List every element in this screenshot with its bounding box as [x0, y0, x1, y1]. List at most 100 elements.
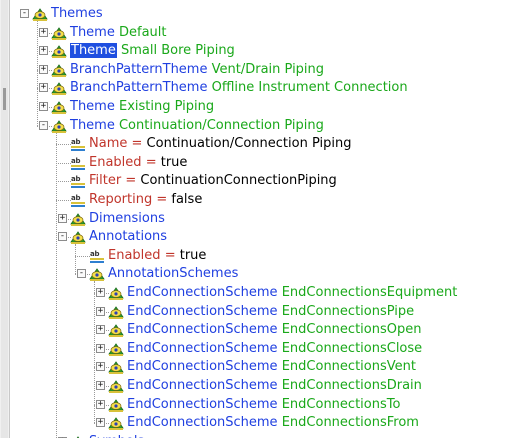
- tree-node[interactable]: + BranchPatternTheme Vent/Drain Piping: [0, 61, 514, 79]
- tree-node[interactable]: + EndConnectionScheme EndConnectionsClose: [0, 340, 514, 358]
- object-node-icon: [51, 118, 67, 134]
- tree-connector: [56, 181, 71, 183]
- svg-text:b: b: [76, 138, 81, 146]
- node-value: Small Bore Piping: [120, 43, 235, 59]
- node-value: Continuation/Connection Piping: [146, 136, 352, 152]
- node-value: true: [179, 247, 207, 263]
- object-node-icon: [108, 378, 124, 394]
- node-key: Symbols: [89, 434, 144, 438]
- node-value: EndConnectionsEquipment: [281, 285, 458, 300]
- expand-icon[interactable]: +: [96, 343, 105, 353]
- expand-icon[interactable]: +: [96, 325, 105, 335]
- tree-node-text: Name = Continuation/Connection Piping: [89, 135, 351, 153]
- node-key: EndConnectionScheme: [127, 285, 278, 300]
- expand-icon[interactable]: +: [39, 102, 48, 111]
- expand-icon[interactable]: +: [39, 83, 48, 93]
- collapse-icon[interactable]: -: [58, 232, 67, 242]
- node-operator: =: [164, 247, 176, 263]
- tree-node[interactable]: + EndConnectionScheme EndConnectionsEquip…: [0, 284, 514, 302]
- tree-node[interactable]: - Themes: [0, 5, 514, 23]
- expand-icon[interactable]: +: [96, 306, 105, 316]
- tree-connector: [75, 255, 90, 257]
- tree-node-text: Enabled = true: [108, 247, 206, 265]
- node-value: Vent/Drain Piping: [211, 61, 325, 77]
- tree-node-text: Symbols: [89, 433, 144, 438]
- tree-node[interactable]: + Theme Existing Piping: [0, 98, 514, 116]
- tree-node[interactable]: + BranchPatternTheme Offline Instrument C…: [0, 79, 514, 97]
- tree-node[interactable]: + EndConnectionScheme EndConnectionsTo: [0, 396, 514, 414]
- object-node-icon: [51, 43, 67, 59]
- node-operator: =: [125, 173, 137, 189]
- node-key: EndConnectionScheme: [127, 396, 278, 412]
- tree-node[interactable]: - AnnotationSchemes: [0, 265, 514, 283]
- tree-node[interactable]: a b Reporting = false: [0, 191, 514, 209]
- property-node-icon: ab: [70, 136, 86, 152]
- collapse-icon[interactable]: -: [77, 269, 86, 279]
- node-operator: =: [156, 192, 168, 207]
- tree-node[interactable]: - Annotations: [0, 228, 514, 246]
- node-value: Existing Piping: [118, 99, 215, 114]
- tree-node[interactable]: + EndConnectionScheme EndConnectionsPipe: [0, 303, 514, 321]
- node-value: false: [171, 192, 203, 207]
- tree-node[interactable]: + EndConnectionScheme EndConnectionsOpen: [0, 321, 514, 339]
- node-value: EndConnectionsTo: [281, 396, 401, 412]
- property-node-icon: ab: [70, 192, 86, 208]
- object-node-icon: [51, 80, 67, 96]
- node-value: EndConnectionsOpen: [281, 322, 422, 338]
- node-key: BranchPatternTheme: [70, 61, 208, 77]
- node-value: Offline Instrument Connection: [211, 80, 408, 96]
- property-node-icon: ab: [89, 248, 105, 264]
- collapse-icon[interactable]: -: [20, 9, 29, 18]
- object-node-icon: [89, 266, 105, 282]
- node-key: Name: [89, 136, 128, 152]
- tree-node[interactable]: + Theme Small Bore Piping: [0, 42, 514, 60]
- node-key: EndConnectionScheme: [127, 378, 278, 393]
- node-key: Reporting: [89, 192, 153, 207]
- tree-node[interactable]: + Theme Default: [0, 24, 514, 42]
- tree-node[interactable]: a b Enabled = true: [0, 247, 514, 265]
- node-key: EndConnectionScheme: [127, 415, 278, 431]
- expand-icon[interactable]: +: [96, 288, 105, 297]
- collapse-icon[interactable]: -: [39, 120, 48, 130]
- node-key: Filter: [89, 173, 122, 189]
- object-node-icon: [70, 211, 86, 227]
- tree-connector: [56, 200, 71, 201]
- object-node-icon: [51, 62, 67, 78]
- node-key: Theme: [70, 99, 115, 114]
- expand-icon[interactable]: +: [96, 399, 105, 409]
- svg-text:b: b: [76, 194, 81, 202]
- tree-node[interactable]: - Theme Continuation/Connection Piping: [0, 117, 514, 135]
- tree-node[interactable]: + EndConnectionScheme EndConnectionsFrom: [0, 414, 514, 432]
- object-node-icon: [108, 359, 124, 375]
- node-value: Continuation/Connection Piping: [118, 117, 324, 133]
- node-key: BranchPatternTheme: [70, 80, 208, 96]
- expand-icon[interactable]: +: [39, 64, 48, 74]
- tree-node[interactable]: + EndConnectionScheme EndConnectionsVent: [0, 358, 514, 376]
- tree-node-text: Theme Continuation/Connection Piping: [70, 117, 324, 135]
- object-node-icon: [70, 434, 86, 438]
- node-value: Default: [118, 24, 167, 40]
- expand-icon[interactable]: +: [96, 362, 105, 372]
- tree-node[interactable]: a b Filter = ContinuationConnectionPiping: [0, 172, 514, 190]
- node-value: EndConnectionsFrom: [281, 415, 419, 431]
- node-key: Theme: [70, 117, 115, 133]
- expand-icon[interactable]: +: [58, 213, 67, 223]
- tree-node-text: Reporting = false: [89, 191, 202, 209]
- node-key: Themes: [51, 6, 103, 21]
- tree-node[interactable]: a b Enabled = true: [0, 154, 514, 172]
- object-node-icon: [108, 285, 124, 301]
- tree-node[interactable]: + EndConnectionScheme EndConnectionsDrain: [0, 377, 514, 395]
- expand-icon[interactable]: +: [96, 381, 105, 390]
- object-tree: - Themes + Theme Default + Theme Small Bore P…: [0, 0, 514, 438]
- node-key: EndConnectionScheme: [127, 359, 278, 375]
- expand-icon[interactable]: +: [39, 27, 48, 37]
- expand-icon[interactable]: +: [39, 46, 48, 56]
- tree-node[interactable]: + Dimensions: [0, 210, 514, 228]
- tree-connector: [56, 144, 71, 146]
- tree-node-text: Dimensions: [89, 210, 165, 228]
- node-key: EndConnectionScheme: [127, 303, 278, 319]
- tree-node[interactable]: +Symbols: [0, 433, 514, 438]
- tree-node[interactable]: a b Name = Continuation/Connection Piping: [0, 135, 514, 153]
- node-key: Dimensions: [89, 210, 165, 226]
- expand-icon[interactable]: +: [96, 418, 105, 428]
